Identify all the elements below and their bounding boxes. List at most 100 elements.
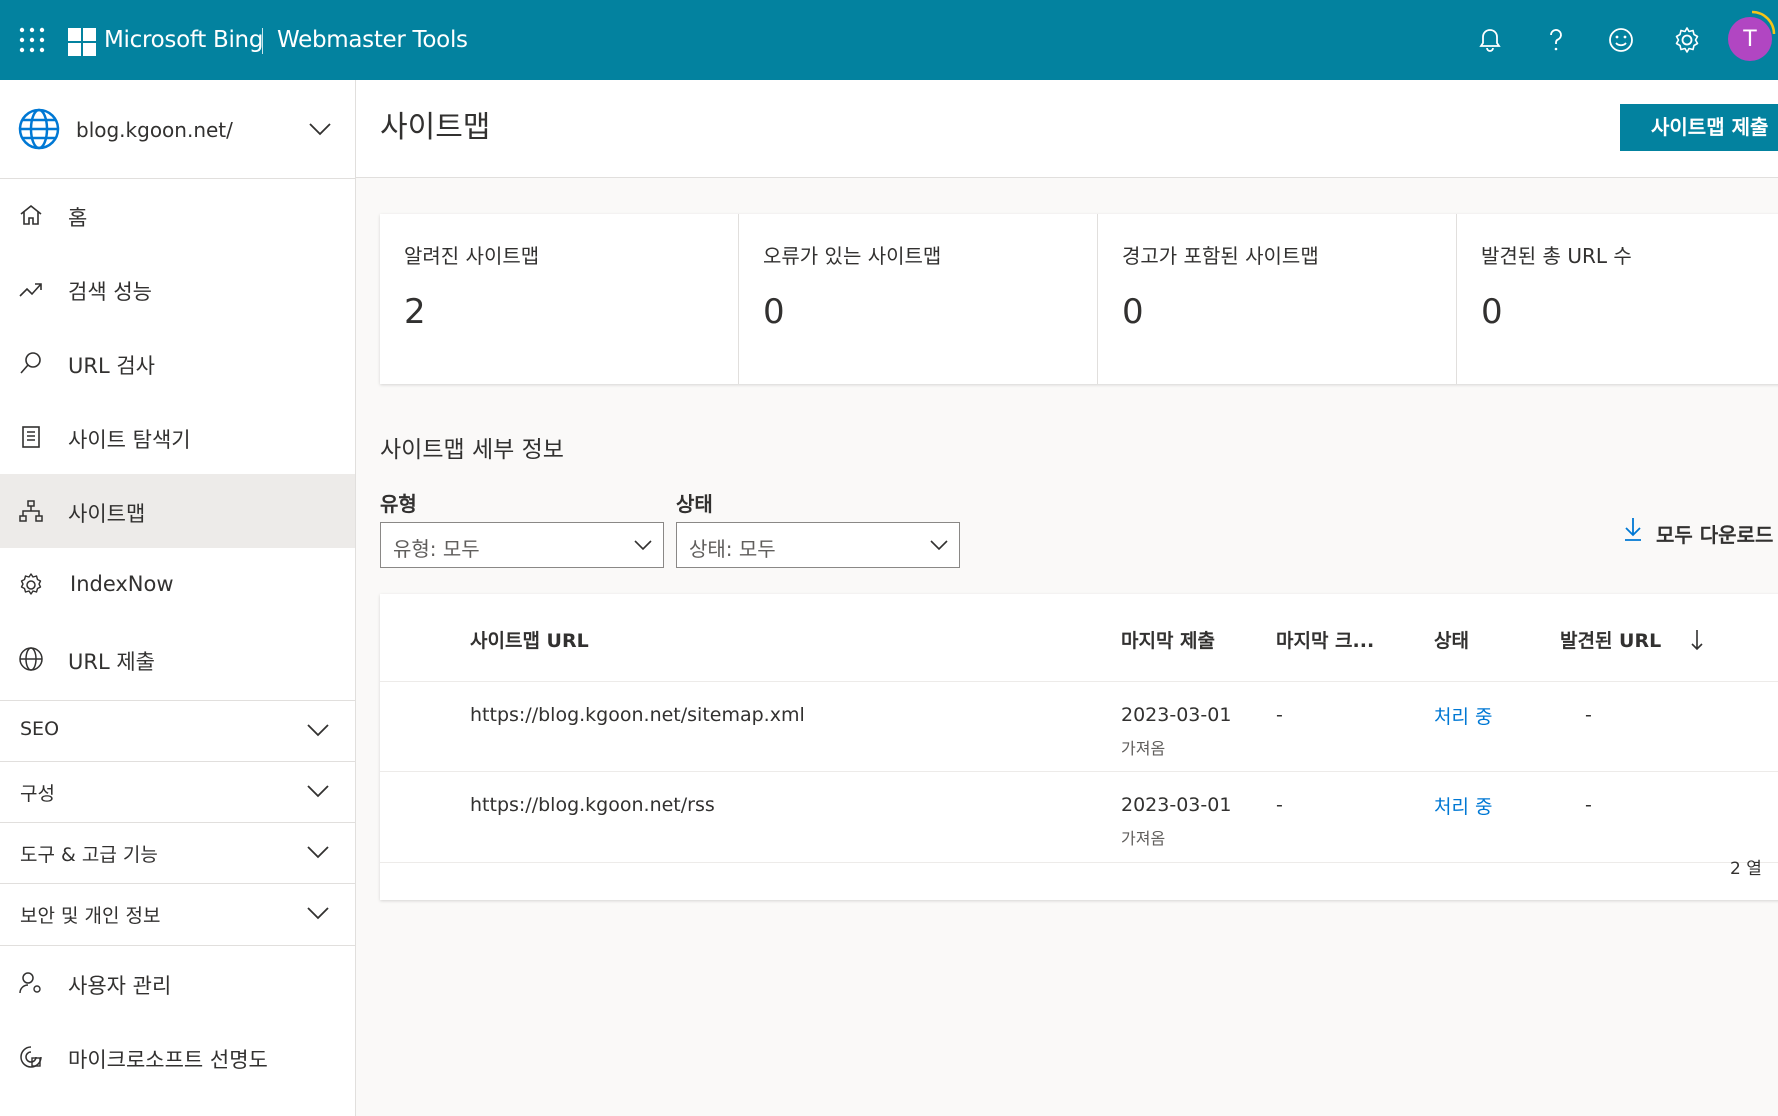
site-name: blog.kgoon.net/ (76, 118, 233, 142)
sidebar-item-label: 마이크로소프트 선명도 (68, 1048, 268, 1072)
sidebar-group-label: 구성 (20, 783, 55, 805)
cell-url[interactable]: https://blog.kgoon.net/sitemap.xml (470, 704, 805, 726)
sidebar-group-tools[interactable]: 도구 & 고급 기능 (0, 822, 355, 883)
sidebar-item-indexnow[interactable]: IndexNow (0, 548, 355, 622)
sidebar-item-label: IndexNow (70, 572, 174, 596)
stat-label: 경고가 포함된 사이트맵 (1122, 244, 1319, 268)
stat-value: 0 (1481, 292, 1503, 332)
sidebar-group-label: 보안 및 개인 정보 (20, 905, 161, 927)
column-header-url[interactable]: 사이트맵 URL (470, 626, 589, 653)
stat-label: 알려진 사이트맵 (404, 244, 540, 268)
sidebar-item-url-submission[interactable]: URL 제출 (0, 622, 355, 696)
brand-separator (262, 28, 263, 54)
type-filter-dropdown[interactable]: 유형: 모두 (380, 522, 664, 568)
sidebar-group-seo[interactable]: SEO (0, 700, 355, 761)
chevron-down-icon (930, 540, 948, 551)
stats-card: 알려진 사이트맵 2 오류가 있는 사이트맵 0 경고가 포함된 사이트맵 0 … (380, 214, 1778, 384)
sidebar-item-sitemaps[interactable]: 사이트맵 (0, 474, 355, 548)
sidebar-item-clarity[interactable]: 마이크로소프트 선명도 (0, 1020, 355, 1094)
stat-label: 발견된 총 URL 수 (1481, 244, 1632, 268)
sidebar-item-home[interactable]: 홈 (0, 178, 355, 252)
status-filter-dropdown[interactable]: 상태: 모두 (676, 522, 960, 568)
stat-value: 0 (1122, 292, 1144, 332)
chevron-down-icon (307, 907, 329, 920)
column-header-last-submitted[interactable]: 마지막 제출 (1121, 626, 1215, 653)
sidebar-item-label: 검색 성능 (68, 280, 152, 304)
cell-last-crawled: - (1276, 794, 1283, 816)
download-label: 모두 다운로드 (1656, 523, 1774, 547)
brand-name[interactable]: Microsoft Bing (104, 27, 263, 53)
cell-submitted-source: 가져옴 (1121, 829, 1166, 848)
dropdown-value: 상태: 모두 (689, 537, 776, 561)
sidebar-item-label: 사이트 탐색기 (68, 428, 191, 452)
user-settings-icon (19, 972, 41, 994)
waffle-icon[interactable] (18, 26, 46, 54)
sitemap-icon (19, 500, 43, 522)
download-icon (1625, 518, 1641, 541)
home-icon (20, 204, 42, 225)
bell-icon[interactable] (1474, 24, 1506, 56)
sidebar-group-label: 도구 & 고급 기능 (20, 844, 158, 866)
cell-last-submitted: 2023-03-01 (1121, 794, 1232, 816)
sidebar-item-search-performance[interactable]: 검색 성능 (0, 252, 355, 326)
feedback-smile-icon[interactable] (1605, 24, 1637, 56)
sort-descending-icon (1691, 630, 1703, 651)
cell-status[interactable]: 처리 중 (1434, 792, 1492, 819)
cell-status[interactable]: 처리 중 (1434, 702, 1492, 729)
cell-url[interactable]: https://blog.kgoon.net/rss (470, 794, 715, 816)
sidebar: blog.kgoon.net/ 홈 검색 성능 URL 검사 사이트 탐색기 사… (0, 80, 356, 1116)
chevron-down-icon (307, 785, 329, 798)
explorer-icon (22, 426, 40, 448)
stat-error-sitemaps: 오류가 있는 사이트맵 0 (739, 214, 1098, 384)
status-filter-label: 상태 (676, 492, 713, 516)
title-bar: 사이트맵 사이트맵 제출 (356, 80, 1778, 178)
stat-label: 오류가 있는 사이트맵 (763, 244, 942, 268)
download-all-button[interactable]: 모두 다운로드 (1622, 510, 1778, 554)
cell-last-crawled: - (1276, 704, 1283, 726)
section-title: 사이트맵 세부 정보 (380, 437, 564, 463)
search-icon (20, 352, 41, 374)
cell-submitted-source: 가져옴 (1121, 739, 1166, 758)
product-name[interactable]: Webmaster Tools (277, 27, 468, 53)
sidebar-item-site-explorer[interactable]: 사이트 탐색기 (0, 400, 355, 474)
stat-value: 2 (404, 292, 426, 332)
sidebar-item-label: 사용자 관리 (68, 974, 172, 998)
site-selector[interactable]: blog.kgoon.net/ (0, 80, 355, 179)
chevron-down-icon (307, 724, 329, 737)
cell-discovered-urls: - (1585, 704, 1592, 726)
type-filter-label: 유형 (380, 492, 417, 516)
sitemap-table: 사이트맵 URL 마지막 제출 마지막 크... 상태 발견된 URL http… (380, 594, 1778, 900)
row-count: 2 열 (1730, 859, 1762, 879)
sidebar-item-url-inspection[interactable]: URL 검사 (0, 326, 355, 400)
table-row: https://blog.kgoon.net/sitemap.xml 2023-… (380, 681, 1778, 772)
globe-icon (19, 647, 43, 671)
main-content: 사이트맵 사이트맵 제출 알려진 사이트맵 2 오류가 있는 사이트맵 0 경고… (356, 80, 1778, 1116)
stat-warning-sitemaps: 경고가 포함된 사이트맵 0 (1098, 214, 1457, 384)
sidebar-item-label: 사이트맵 (68, 502, 146, 526)
sidebar-group-label: SEO (20, 718, 60, 740)
help-icon[interactable] (1540, 24, 1572, 56)
sidebar-group-configuration[interactable]: 구성 (0, 761, 355, 822)
sidebar-item-user-management[interactable]: 사용자 관리 (0, 946, 355, 1020)
stat-total-urls: 발견된 총 URL 수 0 (1457, 214, 1778, 384)
table-row: https://blog.kgoon.net/rss 2023-03-01 가져… (380, 771, 1778, 863)
column-header-last-crawled[interactable]: 마지막 크... (1276, 626, 1374, 653)
submit-sitemap-button[interactable]: 사이트맵 제출 (1620, 104, 1778, 151)
sidebar-item-label: 홈 (68, 206, 88, 230)
page-title: 사이트맵 (380, 110, 491, 145)
chevron-down-icon (309, 123, 331, 136)
cell-last-submitted: 2023-03-01 (1121, 704, 1232, 726)
avatar[interactable]: T (1728, 17, 1772, 61)
stat-value: 0 (763, 292, 785, 332)
dropdown-value: 유형: 모두 (393, 537, 480, 561)
sidebar-item-label: URL 검사 (68, 354, 155, 378)
chevron-down-icon (307, 846, 329, 859)
chevron-down-icon (634, 540, 652, 551)
column-header-status[interactable]: 상태 (1434, 626, 1469, 653)
sidebar-group-security[interactable]: 보안 및 개인 정보 (0, 883, 355, 946)
gear-icon[interactable] (1671, 24, 1703, 56)
sidebar-item-label: URL 제출 (68, 650, 155, 674)
column-header-discovered-urls[interactable]: 발견된 URL (1560, 626, 1661, 653)
gear-icon (20, 573, 42, 595)
clarity-icon (20, 1046, 42, 1068)
